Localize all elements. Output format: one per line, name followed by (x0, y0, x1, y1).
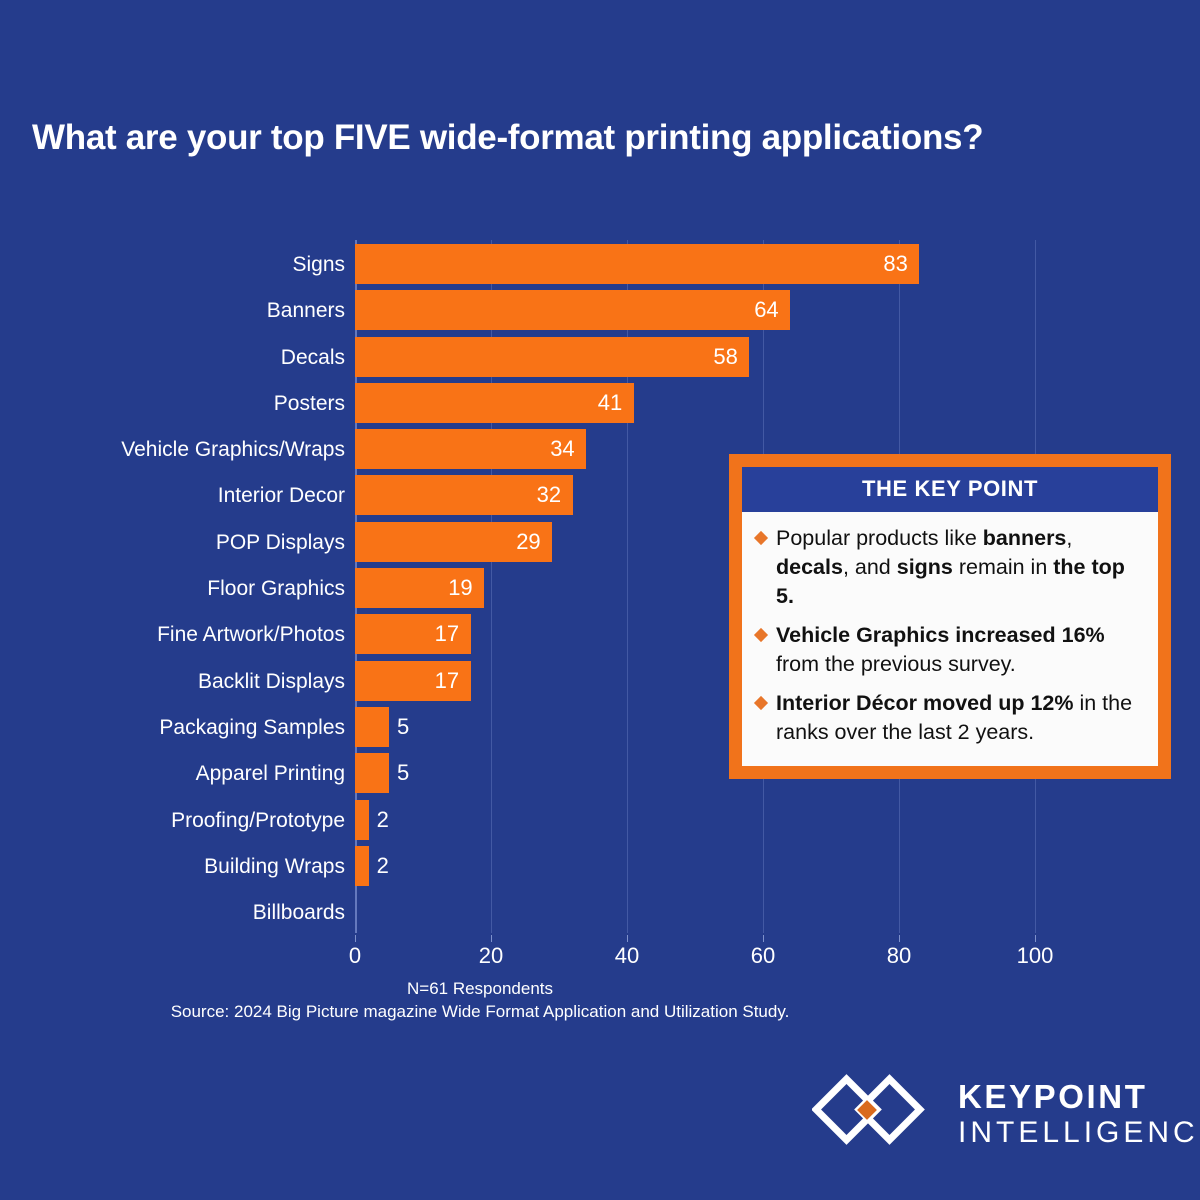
bar (355, 753, 389, 794)
bar-value-label: 64 (754, 297, 779, 323)
x-tick-label: 60 (750, 943, 776, 968)
bar-value-label: 41 (597, 389, 623, 415)
key-point-bullet-text: Vehicle Graphics increased 16% from the … (776, 623, 1105, 676)
bar-value-label: 2 (376, 806, 389, 832)
bar-row: Billboards (0, 890, 1200, 936)
bullet-diamond-icon (753, 627, 769, 643)
category-label: Vehicle Graphics/Wraps (121, 438, 345, 462)
category-label: Billboards (252, 901, 345, 925)
bar-value-label: 5 (397, 713, 410, 739)
key-point-bullet: Interior Décor moved up 12% in the ranks… (753, 689, 1144, 747)
logo-line-intelligence: INTELLIGENCE (958, 1116, 1200, 1149)
key-point-bullet-text: Interior Décor moved up 12% in the ranks… (776, 691, 1133, 744)
bar-value-label: 17 (434, 621, 460, 647)
bar-row: Signs 83 (0, 242, 1200, 288)
bar (355, 336, 750, 377)
x-tick-mark (491, 935, 492, 942)
category-label: Signs (292, 253, 345, 276)
category-label: Fine Artwork/Photos (157, 623, 345, 647)
bar-row: Building Wraps 2 (0, 844, 1200, 890)
category-label: Apparel Printing (195, 762, 345, 786)
bar-row: Proofing/Prototype 2 (0, 798, 1200, 844)
category-label: Proofing/Prototype (171, 808, 345, 832)
bullet-diamond-icon (753, 530, 769, 546)
key-point-bullet: Vehicle Graphics increased 16% from the … (753, 621, 1144, 679)
category-label: POP Displays (215, 530, 345, 554)
category-label: Interior Decor (217, 484, 345, 508)
bar-value-label: 58 (713, 343, 738, 369)
bar-value-label: 19 (448, 575, 473, 601)
key-point-header: THE KEY POINT (742, 467, 1158, 512)
respondents-note: N=61 Respondents (406, 979, 554, 998)
page-title: What are your top FIVE wide-format print… (32, 118, 984, 157)
category-label: Banners (266, 299, 345, 323)
bar (355, 244, 920, 284)
x-tick-mark (763, 935, 764, 942)
keypoint-intelligence-logo: KEYPOINT INTELLIGENCE (812, 1068, 1200, 1163)
x-tick-label: 0 (348, 943, 362, 968)
bar (355, 799, 369, 840)
bar (355, 706, 389, 747)
key-point-inner: THE KEY POINT Popular products like bann… (742, 467, 1158, 766)
logo-line-keypoint: KEYPOINT (958, 1078, 1148, 1115)
bar-value-label: 83 (883, 251, 908, 276)
bar-value-label: 34 (550, 436, 575, 462)
x-tick-mark (899, 935, 900, 942)
bar-value-label: 5 (397, 760, 410, 786)
x-tick-mark (355, 935, 356, 942)
logo-wordmark: KEYPOINT INTELLIGENCE (958, 1080, 1200, 1148)
key-point-bullet: Popular products like banners, decals, a… (753, 524, 1144, 611)
bar-row: Decals 58 (0, 335, 1200, 381)
category-label: Posters (273, 391, 345, 415)
x-tick-label: 40 (614, 943, 640, 968)
bar-row: Banners 64 (0, 288, 1200, 334)
bar-value-label: 17 (434, 667, 460, 693)
key-point-bullet-list: Popular products like banners, decals, a… (742, 512, 1158, 766)
bar-value-label: 32 (536, 482, 562, 508)
key-point-callout: THE KEY POINT Popular products like bann… (729, 454, 1171, 779)
chart-footnote: N=61 Respondents Source: 2024 Big Pictur… (0, 977, 960, 1023)
key-point-bullet-text: Popular products like banners, decals, a… (776, 526, 1125, 608)
x-tick-label: 80 (886, 943, 912, 968)
bullet-diamond-icon (753, 695, 769, 711)
category-label: Building Wraps (204, 854, 345, 878)
category-label: Decals (280, 345, 345, 369)
bar (355, 382, 634, 423)
source-note: Source: 2024 Big Picture magazine Wide F… (170, 1002, 790, 1021)
bar-value-label: 2 (376, 852, 389, 878)
x-tick-label: 20 (478, 943, 504, 968)
x-tick-label: 100 (1016, 943, 1054, 968)
bar-value-label: 29 (516, 528, 541, 554)
category-label: Packaging Samples (159, 715, 345, 739)
category-label: Floor Graphics (207, 577, 345, 601)
bar-row: Posters 41 (0, 381, 1200, 427)
interlocking-diamonds-icon (812, 1074, 925, 1145)
category-label: Backlit Displays (197, 669, 345, 693)
x-axis: 0 20 40 60 80 100 (0, 935, 1200, 975)
x-tick-mark (1035, 935, 1036, 942)
x-tick-mark (627, 935, 628, 942)
bar (355, 845, 369, 886)
bar (355, 290, 791, 331)
